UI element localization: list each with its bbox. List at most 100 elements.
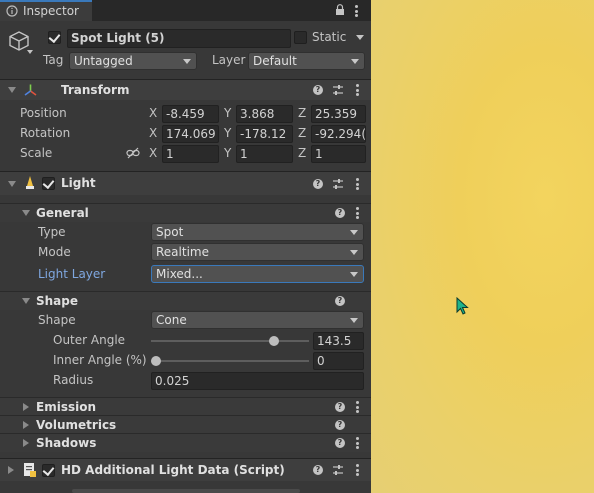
light-title: Light [61, 176, 96, 190]
general-help-icon[interactable]: ? [335, 208, 345, 218]
hd-light-data-enabled-checkbox[interactable] [42, 463, 55, 477]
mode-label: Mode [38, 245, 71, 259]
shape-help-icon[interactable]: ? [335, 296, 345, 306]
outer-angle-field[interactable]: 143.5 [313, 332, 364, 350]
position-z-label: Z [298, 106, 307, 120]
position-z-field[interactable]: 25.359 [311, 105, 366, 123]
layer-dropdown[interactable]: Default [248, 52, 365, 70]
shadows-help-icon[interactable]: ? [335, 438, 345, 448]
type-label: Type [38, 225, 66, 239]
hd-light-data-preset-icon[interactable] [332, 464, 344, 476]
tag-dropdown[interactable]: Untagged [69, 52, 197, 70]
light-preset-icon[interactable] [332, 178, 344, 190]
emission-foldout-icon[interactable] [23, 403, 29, 411]
transform-preset-icon[interactable] [332, 84, 344, 96]
shape-label: Shape [38, 313, 76, 327]
light-header[interactable]: Light ? [0, 171, 371, 195]
mode-value: Realtime [156, 245, 209, 259]
rotation-x-field[interactable]: 174.069 [162, 125, 219, 143]
shape-header[interactable]: Shape ? [0, 291, 371, 310]
layer-label: Layer [212, 53, 246, 67]
shape-title: Shape [36, 294, 79, 308]
scale-x-field[interactable]: 1 [162, 145, 219, 163]
scale-label: Scale [20, 146, 53, 160]
inner-angle-label: Inner Angle (%) [53, 353, 147, 367]
emission-title: Emission [36, 400, 96, 414]
outer-angle-label: Outer Angle [53, 333, 126, 347]
type-dropdown[interactable]: Spot [151, 223, 364, 241]
tab-bar: Inspector [0, 0, 371, 21]
static-dropdown-arrow[interactable] [356, 35, 364, 40]
type-value: Spot [156, 225, 184, 239]
scale-x-label: X [149, 146, 158, 160]
volumetrics-title: Volumetrics [36, 418, 117, 432]
tab-inspector[interactable]: Inspector [0, 0, 92, 21]
scale-z-field[interactable]: 1 [311, 145, 366, 163]
scrollbar[interactable] [72, 489, 300, 493]
transform-help-icon[interactable]: ? [313, 85, 323, 95]
inner-angle-field[interactable]: 0 [313, 352, 364, 370]
emission-menu-icon[interactable] [356, 401, 359, 413]
icon-dropdown-arrow[interactable] [27, 50, 33, 54]
light-layer-dropdown[interactable]: Mixed... [151, 265, 364, 283]
hd-light-data-help-icon[interactable]: ? [313, 465, 323, 475]
shadows-header[interactable]: Shadows ? [0, 433, 371, 452]
rotation-y-label: Y [224, 126, 232, 140]
general-menu-icon[interactable] [356, 207, 359, 219]
light-menu-icon[interactable] [356, 178, 359, 190]
outer-angle-slider-thumb[interactable] [269, 336, 280, 346]
general-foldout-icon[interactable] [22, 210, 30, 216]
rotation-label: Rotation [20, 126, 71, 140]
inner-angle-slider-thumb[interactable] [151, 356, 161, 366]
transform-foldout-icon[interactable] [8, 87, 16, 93]
volumetrics-header[interactable]: Volumetrics ? [0, 415, 371, 434]
light-enabled-checkbox[interactable] [42, 176, 55, 190]
mode-dropdown[interactable]: Realtime [151, 243, 364, 261]
outer-angle-slider-track[interactable] [151, 340, 309, 342]
light-bulb-icon [26, 176, 34, 189]
emission-help-icon[interactable]: ? [335, 402, 345, 412]
transform-menu-icon[interactable] [356, 84, 359, 96]
light-help-icon[interactable]: ? [313, 179, 323, 189]
rotation-z-field[interactable]: -92.294( [311, 125, 366, 143]
position-y-label: Y [224, 106, 232, 120]
scale-y-label: Y [224, 146, 232, 160]
light-foldout-icon[interactable] [8, 181, 16, 187]
transform-header[interactable]: Transform ? [0, 79, 371, 100]
general-title: General [36, 206, 89, 220]
position-x-field[interactable]: -8.459 [162, 105, 219, 123]
object-name-input[interactable]: Spot Light (5) [67, 29, 291, 48]
inner-angle-slider-track[interactable] [151, 360, 309, 362]
static-checkbox[interactable] [294, 31, 307, 44]
scene-view[interactable] [371, 0, 594, 493]
shape-dropdown[interactable]: Cone [151, 311, 364, 329]
static-label: Static [312, 30, 347, 44]
volumetrics-help-icon[interactable]: ? [335, 420, 345, 430]
hd-light-data-foldout-icon[interactable] [8, 466, 14, 474]
rotation-z-label: Z [298, 126, 307, 140]
rotation-y-field[interactable]: -178.12 [236, 125, 293, 143]
tag-label: Tag [43, 53, 64, 67]
tab-label: Inspector [23, 4, 79, 18]
general-header[interactable]: General ? [0, 203, 371, 222]
volumetrics-foldout-icon[interactable] [23, 421, 29, 429]
radius-label: Radius [53, 373, 94, 387]
hd-light-data-title: HD Additional Light Data (Script) [61, 463, 285, 477]
position-y-field[interactable]: 3.868 [236, 105, 293, 123]
position-x-label: X [149, 106, 158, 120]
scale-y-field[interactable]: 1 [236, 145, 293, 163]
shape-foldout-icon[interactable] [22, 298, 30, 304]
hd-light-data-menu-icon[interactable] [356, 464, 359, 476]
tab-menu-icon[interactable] [355, 5, 358, 17]
shape-value: Cone [156, 313, 187, 327]
lock-icon[interactable] [335, 4, 345, 16]
shadows-menu-icon[interactable] [356, 437, 359, 449]
transform-title: Transform [61, 83, 130, 97]
radius-field[interactable]: 0.025 [151, 372, 364, 390]
hd-light-data-header[interactable]: HD Additional Light Data (Script) ? [0, 458, 371, 481]
emission-header[interactable]: Emission ? [0, 397, 371, 416]
constrain-proportions-icon[interactable] [126, 147, 140, 159]
shadows-foldout-icon[interactable] [23, 439, 29, 447]
object-active-checkbox[interactable] [48, 30, 61, 44]
layer-value: Default [253, 54, 297, 68]
